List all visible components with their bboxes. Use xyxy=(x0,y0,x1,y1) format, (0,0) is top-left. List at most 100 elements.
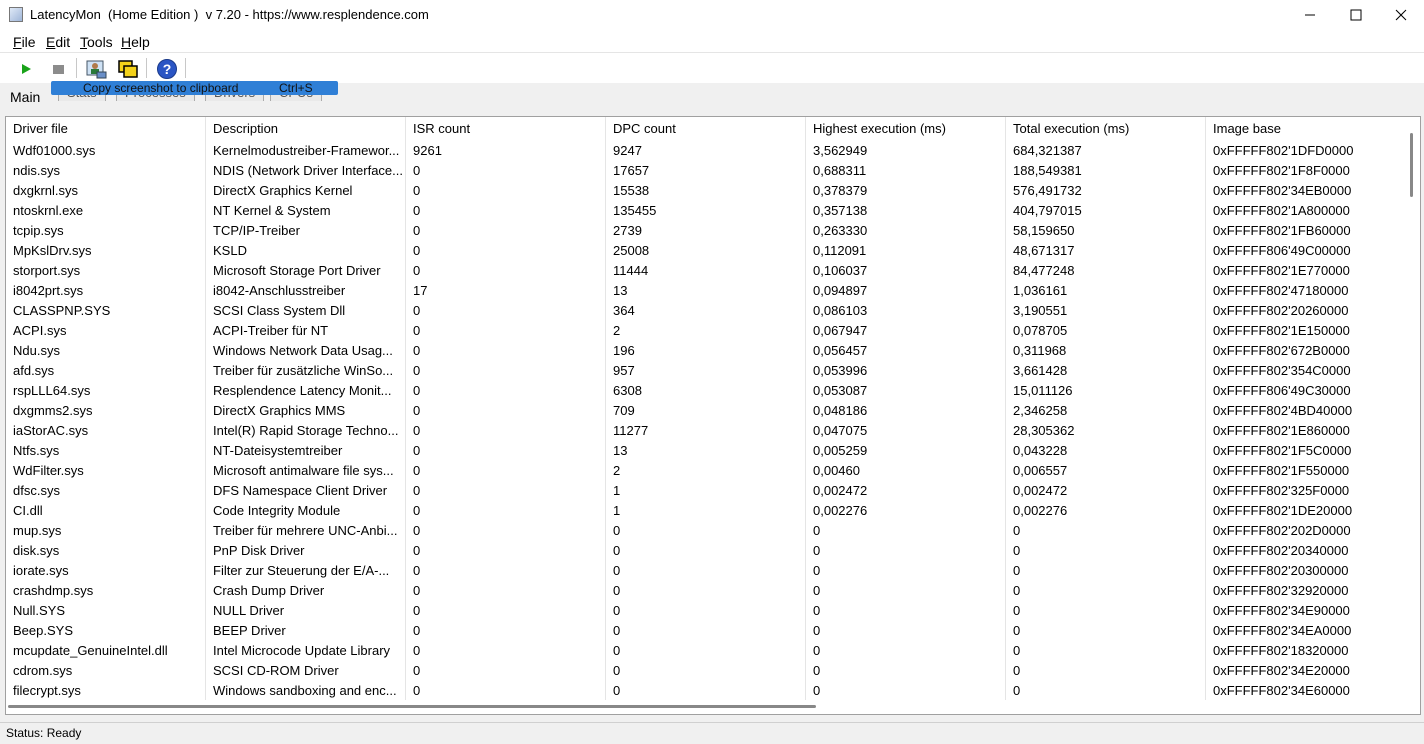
cell-dpc-count: 0 xyxy=(606,681,806,701)
table-row[interactable]: filecrypt.sys Windows sandboxing and enc.… xyxy=(6,681,1406,701)
cell-dpc-count: 13 xyxy=(606,441,806,461)
cell-highest-execution: 0 xyxy=(806,661,1006,681)
cell-driver-file: Wdf01000.sys xyxy=(6,141,206,161)
table-row[interactable]: CI.dll Code Integrity Module 0 1 0,002276 0,0… xyxy=(6,501,1406,521)
column-header-highest-execution[interactable]: Highest execution (ms) xyxy=(806,117,1006,141)
cell-image-base: 0xFFFFF802'32920000 xyxy=(1206,581,1406,601)
maximize-icon xyxy=(1350,9,1362,21)
minimize-button[interactable] xyxy=(1287,0,1333,30)
cell-driver-file: disk.sys xyxy=(6,541,206,561)
latencymon-app-icon xyxy=(9,7,23,22)
table-row[interactable]: mup.sys Treiber für mehrere UNC-Anbi... 0 0… xyxy=(6,521,1406,541)
table-row[interactable]: disk.sys PnP Disk Driver 0 0 0 0 0xFFFFF802'20… xyxy=(6,541,1406,561)
table-row[interactable]: iaStorAC.sys Intel(R) Rapid Storage Techn… xyxy=(6,421,1406,441)
cell-image-base: 0xFFFFF802'1A800000 xyxy=(1206,201,1406,221)
column-header-isr-count[interactable]: ISR count xyxy=(406,117,606,141)
cell-dpc-count: 196 xyxy=(606,341,806,361)
cell-total-execution: 48,671317 xyxy=(1006,241,1206,261)
table-row[interactable]: storport.sys Microsoft Storage Port Drive… xyxy=(6,261,1406,281)
cell-image-base: 0xFFFFF802'1E860000 xyxy=(1206,421,1406,441)
table-row[interactable]: mcupdate_GenuineIntel.dll Intel Microcode… xyxy=(6,641,1406,661)
menu-help[interactable]: Help xyxy=(121,34,150,50)
cell-dpc-count: 25008 xyxy=(606,241,806,261)
drivers-list-view[interactable]: Driver file Description ISR count DPC co… xyxy=(5,116,1421,715)
cell-total-execution: 1,036161 xyxy=(1006,281,1206,301)
table-row[interactable]: iorate.sys Filter zur Steuerung der E/A-.… xyxy=(6,561,1406,581)
cell-total-execution: 0 xyxy=(1006,641,1206,661)
table-row[interactable]: Null.SYS NULL Driver 0 0 0 0 0xFFFFF802'34E900… xyxy=(6,601,1406,621)
table-row[interactable]: WdFilter.sys Microsoft antimalware file s… xyxy=(6,461,1406,481)
cell-driver-file: dxgmms2.sys xyxy=(6,401,206,421)
start-button[interactable] xyxy=(14,57,38,81)
column-header-dpc-count[interactable]: DPC count xyxy=(606,117,806,141)
cell-image-base: 0xFFFFF802'1F550000 xyxy=(1206,461,1406,481)
table-row[interactable]: tcpip.sys TCP/IP-Treiber 0 2739 0,263330 58,1… xyxy=(6,221,1406,241)
cell-total-execution: 3,190551 xyxy=(1006,301,1206,321)
table-row[interactable]: dxgkrnl.sys DirectX Graphics Kernel 0 15538… xyxy=(6,181,1406,201)
table-row[interactable]: rspLLL64.sys Resplendence Latency Monit..… xyxy=(6,381,1406,401)
tab-main[interactable]: Main xyxy=(4,87,47,109)
cell-total-execution: 0,006557 xyxy=(1006,461,1206,481)
column-header-driver-file[interactable]: Driver file xyxy=(6,117,206,141)
cell-highest-execution: 0,094897 xyxy=(806,281,1006,301)
column-header-description[interactable]: Description xyxy=(206,117,406,141)
cell-total-execution: 15,011126 xyxy=(1006,381,1206,401)
horizontal-scrollbar[interactable] xyxy=(6,700,1406,714)
vertical-scrollbar[interactable] xyxy=(1404,117,1420,700)
cell-description: Kernelmodustreiber-Framewor... xyxy=(206,141,406,161)
table-row[interactable]: ACPI.sys ACPI-Treiber für NT 0 2 0,067947 0,0… xyxy=(6,321,1406,341)
table-row[interactable]: ntoskrnl.exe NT Kernel & System 0 135455 0,3… xyxy=(6,201,1406,221)
status-bar: Status: Ready xyxy=(0,722,1424,744)
cell-dpc-count: 11444 xyxy=(606,261,806,281)
table-row[interactable]: dfsc.sys DFS Namespace Client Driver 0 1 0,0… xyxy=(6,481,1406,501)
cell-isr-count: 0 xyxy=(406,621,606,641)
screenshot-user-icon xyxy=(86,60,107,79)
cell-total-execution: 0 xyxy=(1006,681,1206,701)
table-row[interactable]: CLASSPNP.SYS SCSI Class System Dll 0 364 0,0… xyxy=(6,301,1406,321)
menu-edit[interactable]: Edit xyxy=(46,34,70,50)
menu-file[interactable]: File xyxy=(13,34,36,50)
cell-isr-count: 0 xyxy=(406,581,606,601)
table-row[interactable]: i8042prt.sys i8042-Anschlusstreiber 17 13 0,… xyxy=(6,281,1406,301)
cell-total-execution: 0 xyxy=(1006,601,1206,621)
cell-image-base: 0xFFFFF802'1E150000 xyxy=(1206,321,1406,341)
cell-total-execution: 0,078705 xyxy=(1006,321,1206,341)
cell-image-base: 0xFFFFF802'1FB60000 xyxy=(1206,221,1406,241)
cell-image-base: 0xFFFFF802'1F5C0000 xyxy=(1206,441,1406,461)
table-row[interactable]: dxgmms2.sys DirectX Graphics MMS 0 709 0,048… xyxy=(6,401,1406,421)
table-row[interactable]: MpKslDrv.sys KSLD 0 25008 0,112091 48,671317 0… xyxy=(6,241,1406,261)
toolbar: ? xyxy=(0,53,1424,83)
table-row[interactable]: cdrom.sys SCSI CD-ROM Driver 0 0 0 0 0xFFFFF80… xyxy=(6,661,1406,681)
table-row[interactable]: afd.sys Treiber für zusätzliche WinSo... 0… xyxy=(6,361,1406,381)
horizontal-scroll-thumb[interactable] xyxy=(8,705,816,708)
copy-windows-button[interactable] xyxy=(116,57,140,81)
close-button[interactable] xyxy=(1378,0,1424,30)
cell-isr-count: 0 xyxy=(406,381,606,401)
cell-description: NT Kernel & System xyxy=(206,201,406,221)
table-row[interactable]: Ntfs.sys NT-Dateisystemtreiber 0 13 0,005259… xyxy=(6,441,1406,461)
cell-total-execution: 404,797015 xyxy=(1006,201,1206,221)
cell-highest-execution: 0 xyxy=(806,581,1006,601)
table-body: Wdf01000.sys Kernelmodustreiber-Framewor.… xyxy=(6,141,1406,701)
stop-icon xyxy=(53,65,64,74)
menu-tools[interactable]: Tools xyxy=(80,34,113,50)
screenshot-button[interactable] xyxy=(84,57,108,81)
cell-dpc-count: 13 xyxy=(606,281,806,301)
cell-dpc-count: 709 xyxy=(606,401,806,421)
table-row[interactable]: ndis.sys NDIS (Network Driver Interface..… xyxy=(6,161,1406,181)
cell-description: NDIS (Network Driver Interface... xyxy=(206,161,406,181)
column-header-image-base[interactable]: Image base xyxy=(1206,117,1406,141)
table-row[interactable]: Ndu.sys Windows Network Data Usag... 0 196 0… xyxy=(6,341,1406,361)
table-row[interactable]: Beep.SYS BEEP Driver 0 0 0 0 0xFFFFF802'34EA00… xyxy=(6,621,1406,641)
table-row[interactable]: crashdmp.sys Crash Dump Driver 0 0 0 0 0xFFFFF… xyxy=(6,581,1406,601)
maximize-button[interactable] xyxy=(1333,0,1379,30)
cell-total-execution: 28,305362 xyxy=(1006,421,1206,441)
vertical-scroll-thumb[interactable] xyxy=(1410,133,1413,197)
cell-highest-execution: 0,056457 xyxy=(806,341,1006,361)
stop-button[interactable] xyxy=(46,57,70,81)
table-row[interactable]: Wdf01000.sys Kernelmodustreiber-Framewor.… xyxy=(6,141,1406,161)
column-header-total-execution[interactable]: Total execution (ms) xyxy=(1006,117,1206,141)
help-button[interactable]: ? xyxy=(155,57,179,81)
cell-highest-execution: 0 xyxy=(806,521,1006,541)
cell-description: i8042-Anschlusstreiber xyxy=(206,281,406,301)
